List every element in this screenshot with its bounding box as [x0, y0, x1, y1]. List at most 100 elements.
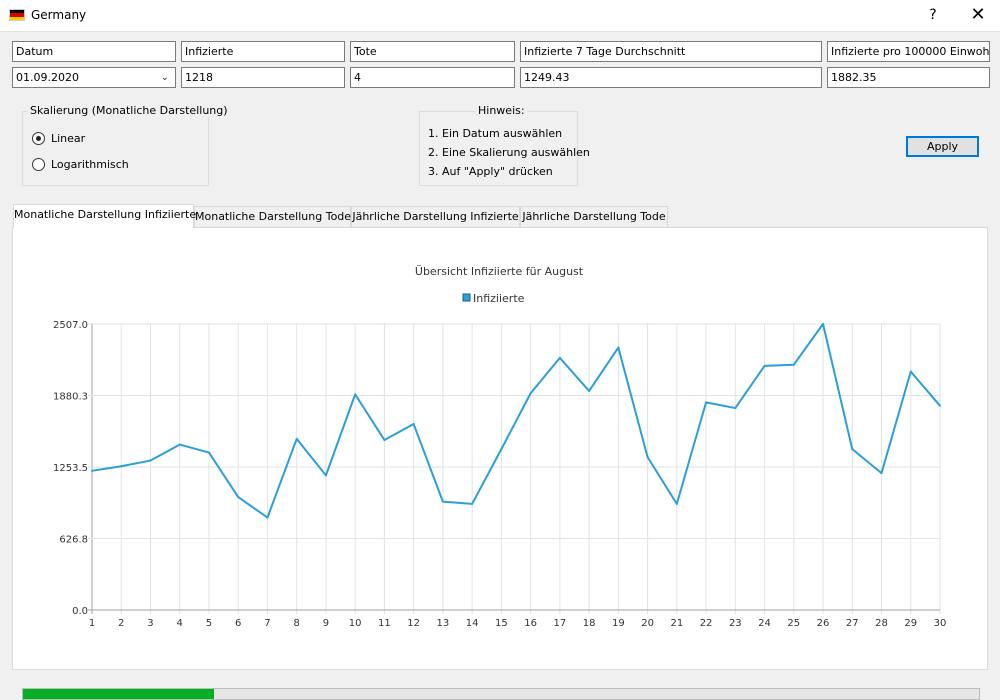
help-button[interactable]: ? [921, 4, 945, 26]
title-bar: Germany ? ✕ [0, 0, 1000, 32]
data-point [120, 465, 123, 468]
x-tick-label: 27 [846, 618, 859, 629]
x-tick-label: 17 [553, 618, 566, 629]
x-tick-label: 9 [323, 618, 329, 629]
infizierte-field[interactable]: 1218 [181, 67, 345, 88]
x-tick-label: 7 [264, 618, 270, 629]
data-point [822, 323, 825, 325]
header-datum: Datum [12, 41, 176, 62]
x-tick-label: 26 [817, 618, 830, 629]
data-point [471, 502, 474, 505]
x-tick-label: 25 [787, 618, 800, 629]
data-point [91, 469, 93, 472]
x-tick-label: 28 [875, 618, 888, 629]
x-tick-label: 29 [904, 618, 917, 629]
header-avg7: Infizierte 7 Tage Durchschnitt [520, 41, 822, 62]
x-tick-label: 16 [524, 618, 537, 629]
tab-yearly-infected[interactable]: Jährliche Darstellung Infizierte [351, 206, 520, 227]
radio-button[interactable] [32, 132, 45, 145]
x-tick-label: 30 [934, 618, 947, 629]
x-tick-label: 13 [437, 618, 450, 629]
avg7-field[interactable]: 1249.43 [520, 67, 822, 88]
data-point [617, 346, 620, 349]
data-point [880, 472, 883, 475]
date-combobox[interactable]: 01.09.2020 ⌄ [12, 67, 176, 88]
x-tick-label: 14 [466, 618, 479, 629]
data-point [178, 443, 181, 446]
data-point [763, 364, 766, 367]
radio-logarithmic-label: Logarithmisch [51, 158, 129, 171]
legend-label: Infiziierte [473, 292, 525, 305]
tab-monthly-infected[interactable]: Monatliche Darstellung Infiziierte [13, 204, 196, 228]
x-tick-label: 4 [177, 618, 183, 629]
data-point [646, 456, 649, 459]
data-point [939, 404, 941, 407]
data-point [383, 439, 386, 442]
tab-monthly-deaths[interactable]: Monatliche Darstellung Tode [194, 206, 351, 227]
date-value: 01.09.2020 [16, 71, 79, 84]
x-tick-label: 5 [206, 618, 212, 629]
data-point [705, 401, 708, 404]
data-point [266, 516, 269, 519]
x-tick-label: 19 [612, 618, 625, 629]
y-tick-label: 1253.5 [53, 463, 88, 474]
header-tote: Tote [350, 41, 515, 62]
y-tick-label: 2507.0 [53, 320, 88, 331]
tab-yearly-deaths[interactable]: Jährliche Darstellung Tode [520, 206, 668, 227]
per100k-field[interactable]: 1882.35 [827, 67, 990, 88]
series-line-infiziierte [91, 323, 941, 519]
infected-line-chart: Übersicht Infiziierte für August Infizii… [53, 265, 947, 629]
x-tick-label: 15 [495, 618, 508, 629]
chevron-down-icon[interactable]: ⌄ [161, 68, 169, 87]
data-point [324, 474, 327, 477]
x-tick-label: 18 [583, 618, 596, 629]
x-tick-label: 10 [349, 618, 362, 629]
hint-line-2: 2. Eine Skalierung auswählen [428, 146, 590, 159]
window-title: Germany [31, 8, 87, 22]
chart-series [91, 323, 941, 519]
y-axis-ticks: 0.0 626.8 1253.5 1880.3 2507.0 [53, 320, 88, 617]
x-tick-label: 12 [407, 618, 420, 629]
header-per100k: Infizierte pro 100000 Einwohner [827, 41, 990, 62]
y-tick-label: 626.8 [59, 535, 88, 546]
header-infizierte: Infizierte [181, 41, 345, 62]
data-point [354, 393, 357, 396]
x-tick-label: 11 [378, 618, 391, 629]
radio-linear-label: Linear [51, 132, 86, 145]
legend-swatch [462, 293, 471, 302]
data-point [237, 496, 240, 499]
data-point [207, 451, 210, 454]
germany-flag-icon [9, 9, 25, 21]
chart-title: Übersicht Infiziierte für August [415, 265, 584, 278]
data-point [295, 437, 298, 440]
close-button[interactable]: ✕ [966, 4, 990, 26]
data-point [500, 448, 503, 451]
x-axis-ticks: 1 2 3 4 5 6 7 8 9 10 11 12 13 14 15 16 17 18 19 20 21 22 23 24 2… [89, 618, 947, 629]
x-tick-label: 20 [641, 618, 654, 629]
x-tick-label: 3 [147, 618, 153, 629]
x-tick-label: 23 [729, 618, 742, 629]
data-point [675, 502, 678, 505]
chart-grid [88, 323, 941, 614]
progress-bar [22, 688, 980, 700]
x-tick-label: 1 [89, 618, 95, 629]
data-point [558, 356, 561, 359]
hint-line-1: 1. Ein Datum auswählen [428, 127, 563, 140]
data-point [792, 363, 795, 366]
radio-logarithmic[interactable]: Logarithmisch [32, 158, 129, 171]
data-point [588, 389, 591, 392]
data-point [412, 423, 415, 426]
y-tick-label: 1880.3 [53, 392, 88, 403]
tote-field[interactable]: 4 [350, 67, 515, 88]
scaling-title: Skalierung (Monatliche Darstellung) [28, 104, 230, 117]
data-point [909, 370, 912, 373]
data-point [734, 407, 737, 410]
radio-button[interactable] [32, 158, 45, 171]
hint-line-3: 3. Auf "Apply" drücken [428, 165, 553, 178]
data-point [529, 392, 532, 395]
apply-button[interactable]: Apply [906, 136, 979, 157]
y-tick-label: 0.0 [72, 606, 88, 617]
x-tick-label: 21 [670, 618, 683, 629]
x-tick-label: 24 [758, 618, 771, 629]
radio-linear[interactable]: Linear [32, 132, 85, 145]
